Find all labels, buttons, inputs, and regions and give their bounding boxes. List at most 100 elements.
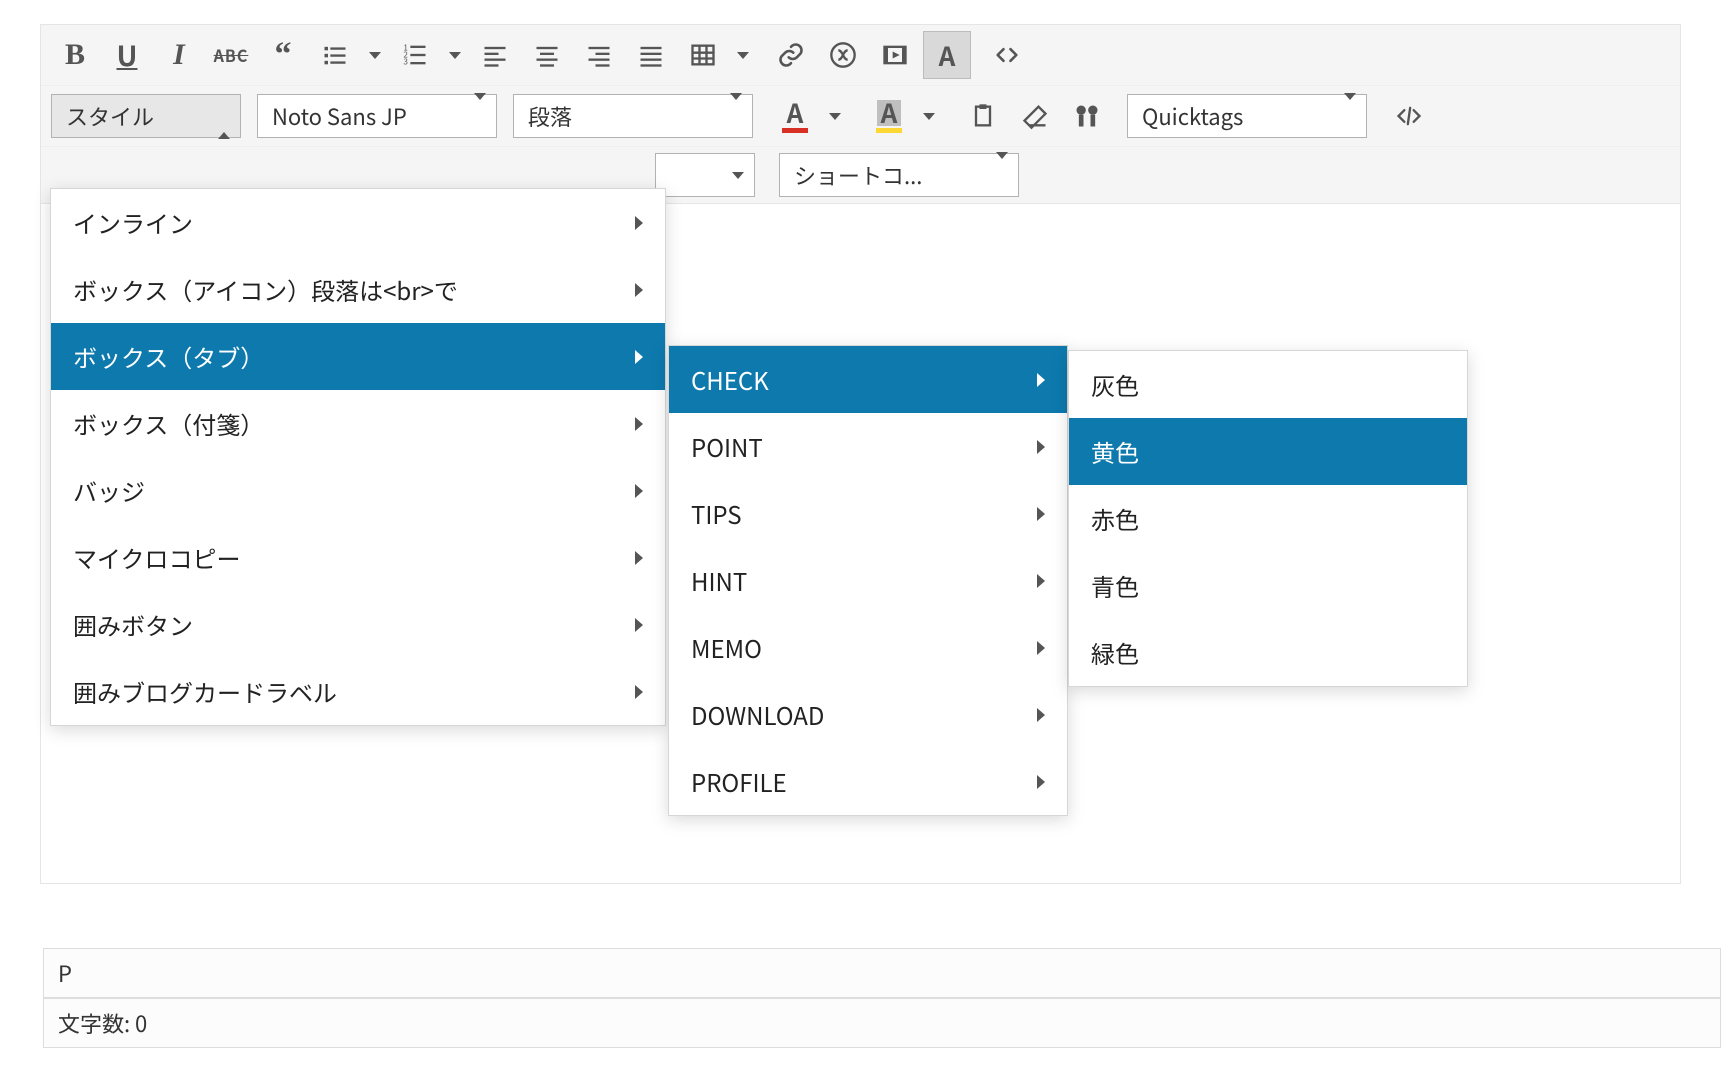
style-select[interactable]: スタイル [51,94,241,138]
italic-button[interactable]: I [155,31,203,79]
bullet-list-caret[interactable] [363,31,387,79]
styles-menu: インライン ボックス（アイコン）段落は<br>で ボックス（タブ） ボックス（付… [50,188,666,726]
find-replace-button[interactable] [1063,92,1111,140]
table-button[interactable] [679,31,727,79]
caret-down-icon [996,159,1008,191]
chevron-right-icon [635,350,643,364]
block-format-select[interactable]: 段落 [513,94,753,138]
text-color-button[interactable]: A [771,92,819,140]
submenu-item-download[interactable]: DOWNLOAD [669,681,1067,748]
blockquote-button[interactable]: “ [259,31,307,79]
chevron-right-icon [1037,775,1045,789]
menu-item-label: インライン [73,205,193,240]
chevron-right-icon [1037,708,1045,722]
submenu-item-memo[interactable]: MEMO [669,614,1067,681]
styles-menu-item-badge[interactable]: バッジ [51,457,665,524]
menu-item-label: 緑色 [1091,635,1139,670]
submenu-item-point[interactable]: POINT [669,413,1067,480]
menu-item-label: HINT [691,563,747,598]
styles-menu-item-box-icon[interactable]: ボックス（アイコン）段落は<br>で [51,256,665,323]
styles-menu-item-blogcard-label[interactable]: 囲みブログカードラベル [51,658,665,725]
svg-text:3: 3 [403,56,408,67]
menu-item-label: TIPS [691,496,742,531]
menu-item-label: 囲みボタン [73,607,193,642]
menu-item-label: マイクロコピー [73,540,241,575]
strikethrough-button[interactable]: ABC [207,31,255,79]
menu-item-label: DOWNLOAD [691,697,824,732]
color-item-blue[interactable]: 青色 [1069,552,1467,619]
text-color-caret[interactable] [823,92,847,140]
menu-item-label: POINT [691,429,763,464]
quicktags-select[interactable]: Quicktags [1127,94,1367,138]
clear-format-button[interactable] [1011,92,1059,140]
menu-item-label: ボックス（アイコン）段落は<br>で [73,272,458,307]
menu-item-label: バッジ [73,473,145,508]
chevron-right-icon [635,484,643,498]
styles-menu-item-enclosed-button[interactable]: 囲みボタン [51,591,665,658]
box-tab-submenu: CHECK POINT TIPS HINT MEMO DOWNLOAD PROF… [668,345,1068,816]
chevron-right-icon [635,216,643,230]
chevron-right-icon [1037,574,1045,588]
styles-menu-item-box-sticky[interactable]: ボックス（付箋） [51,390,665,457]
shortcode-select[interactable]: ショートコ... [779,153,1019,197]
table-caret[interactable] [731,31,755,79]
styles-menu-item-inline[interactable]: インライン [51,189,665,256]
shortcode-select-label: ショートコ... [794,159,922,191]
bullet-list-button[interactable] [311,31,359,79]
annotation-button[interactable]: A [923,31,971,79]
toolbar-row-2: スタイル Noto Sans JP 段落 A A [41,85,1680,146]
menu-item-label: ボックス（付箋） [73,406,264,441]
font-select[interactable]: Noto Sans JP [257,94,497,138]
color-item-green[interactable]: 緑色 [1069,619,1467,686]
menu-item-label: 囲みブログカードラベル [73,674,337,709]
chevron-right-icon [635,618,643,632]
menu-item-label: 赤色 [1091,501,1139,536]
chevron-right-icon [635,551,643,565]
align-center-button[interactable] [523,31,571,79]
caret-up-icon [218,100,230,132]
toolbar-row-1: B U I ABC “ 123 A [41,25,1680,85]
menu-item-label: CHECK [691,362,769,397]
caret-down-icon [474,100,486,132]
editor: B U I ABC “ 123 A [0,0,1721,1080]
chevron-right-icon [1037,440,1045,454]
paste-button[interactable] [959,92,1007,140]
bold-button[interactable]: B [51,31,99,79]
chevron-right-icon [635,283,643,297]
chevron-right-icon [635,417,643,431]
quicktags-select-label: Quicktags [1142,100,1243,132]
word-count: 文字数: 0 [43,998,1721,1048]
chevron-right-icon [1037,507,1045,521]
styles-menu-item-microcopy[interactable]: マイクロコピー [51,524,665,591]
video-button[interactable] [871,31,919,79]
element-path[interactable]: P [43,948,1721,998]
numbered-list-button[interactable]: 123 [391,31,439,79]
code-button[interactable] [983,31,1031,79]
menu-item-label: 灰色 [1091,367,1139,402]
numbered-list-caret[interactable] [443,31,467,79]
styles-menu-item-box-tab[interactable]: ボックス（タブ） [51,323,665,390]
color-item-gray[interactable]: 灰色 [1069,351,1467,418]
color-item-yellow[interactable]: 黄色 [1069,418,1467,485]
underline-button[interactable]: U [103,31,151,79]
submenu-item-profile[interactable]: PROFILE [669,748,1067,815]
hidden-select-caret[interactable] [655,153,755,197]
caret-down-icon [1344,100,1356,132]
link-button[interactable] [767,31,815,79]
color-item-red[interactable]: 赤色 [1069,485,1467,552]
menu-item-label: 黄色 [1091,434,1139,469]
font-select-label: Noto Sans JP [272,100,407,132]
style-select-label: スタイル [66,100,154,132]
word-count-text: 文字数: 0 [58,1007,147,1039]
align-right-button[interactable] [575,31,623,79]
unlink-button[interactable] [819,31,867,79]
source-code-button[interactable] [1385,92,1433,140]
align-left-button[interactable] [471,31,519,79]
bg-color-button[interactable]: A [865,92,913,140]
submenu-item-hint[interactable]: HINT [669,547,1067,614]
bg-color-caret[interactable] [917,92,941,140]
justify-button[interactable] [627,31,675,79]
submenu-item-tips[interactable]: TIPS [669,480,1067,547]
submenu-item-check[interactable]: CHECK [669,346,1067,413]
menu-item-label: PROFILE [691,764,787,799]
